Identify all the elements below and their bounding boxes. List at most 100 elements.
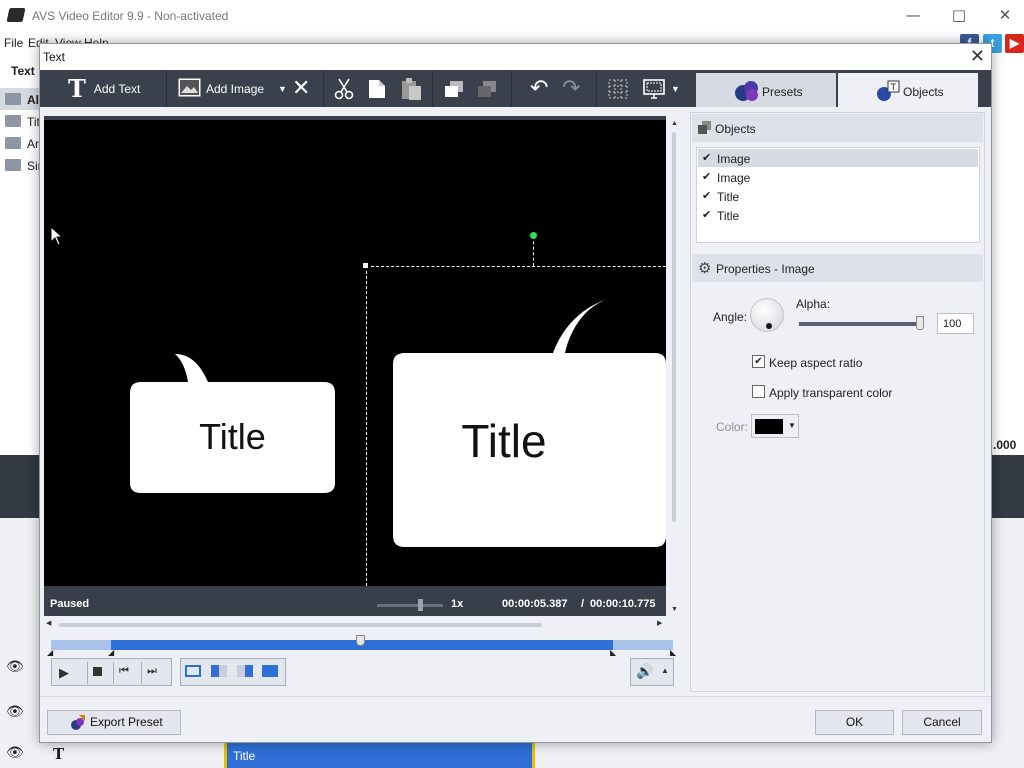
tab-objects[interactable]: T Objects (838, 73, 978, 107)
main-player-bar (0, 455, 40, 518)
timeline-playhead[interactable] (356, 635, 365, 646)
previous-frame-icon[interactable]: ⏮ (119, 665, 129, 678)
redo-icon[interactable]: ↷ (562, 70, 580, 107)
list-item[interactable]: ✔ Image (698, 168, 978, 186)
properties-section-header: ⚙ Properties - Image (692, 254, 983, 282)
maximize-button[interactable]: □ (936, 4, 982, 28)
timeline-track-headers: 👁 👁 👁 (0, 518, 40, 768)
media-library-panel: Text All Tit Ar Sir (0, 55, 42, 455)
check-icon[interactable]: ✔ (702, 151, 711, 164)
timeline-marker-icon: ◢ (47, 648, 54, 657)
add-image-button[interactable]: Add Image ▼ (178, 70, 287, 107)
play-icon[interactable]: ▶ (59, 665, 69, 681)
properties-section-title: Properties - Image (716, 262, 815, 276)
send-backward-icon[interactable] (477, 70, 497, 107)
check-icon[interactable]: ✔ (702, 170, 711, 183)
minimize-button[interactable]: — (890, 4, 936, 28)
color-dropdown-icon[interactable]: ▼ (788, 421, 796, 430)
volume-dropdown-icon[interactable]: ▲ (661, 666, 669, 675)
preview-vertical-scrollbar[interactable]: ▲ ▼ (668, 116, 680, 616)
library-item[interactable]: Tit (27, 115, 40, 129)
mouse-cursor-icon (50, 226, 64, 246)
zoom-out-icon[interactable] (237, 665, 253, 677)
main-time-fragment: .000 (993, 438, 1017, 452)
folder-icon (5, 93, 21, 105)
gear-icon: ⚙ (698, 259, 712, 277)
selection-frame[interactable] (366, 266, 666, 586)
menu-file[interactable]: File (4, 36, 23, 50)
next-frame-icon[interactable]: ⏭ (147, 665, 157, 678)
angle-dial-knob[interactable] (766, 323, 772, 329)
youtube-icon[interactable]: ▶ (1005, 34, 1024, 53)
horizontal-scroll-thumb[interactable] (59, 623, 542, 627)
total-time: 00:00:10.775 (590, 598, 656, 610)
library-item[interactable]: Ar (27, 137, 39, 151)
alpha-slider[interactable] (799, 322, 923, 326)
display-mode-icon[interactable]: ▼ (643, 70, 680, 107)
rotation-handle[interactable] (530, 232, 537, 239)
apply-transparent-checkbox[interactable] (752, 385, 765, 398)
dialog-close-button[interactable]: ✕ (970, 46, 985, 67)
tab-presets[interactable]: Presets (696, 73, 836, 107)
tab-presets-label: Presets (762, 85, 803, 99)
scroll-down-arrow-icon[interactable]: ▼ (671, 606, 678, 613)
object-name: Title (717, 209, 740, 223)
copy-icon[interactable] (367, 70, 387, 107)
color-picker[interactable]: ▼ (751, 414, 799, 438)
cut-icon[interactable] (334, 70, 354, 107)
time-separator: / (581, 598, 585, 610)
undo-icon[interactable]: ↶ (530, 70, 548, 107)
object-name: Image (717, 152, 751, 166)
scroll-right-arrow-icon[interactable]: ▶ (657, 619, 662, 627)
dialog-button-bar: Export Preset OK Cancel (40, 696, 991, 742)
zoom-to-fit-icon[interactable] (185, 665, 201, 677)
grid-icon[interactable] (608, 70, 628, 107)
add-image-dropdown-icon[interactable]: ▼ (278, 84, 287, 94)
bring-forward-icon[interactable] (444, 70, 464, 107)
playback-status-bar: Paused 1x 00:00:05.387 / 00:00:10.775 (44, 586, 666, 616)
timeline-marker-icon: ◢ (108, 648, 115, 657)
list-item[interactable]: ✔ Title (698, 206, 978, 224)
stop-icon[interactable] (93, 667, 102, 676)
alpha-value-input[interactable]: 100 (937, 313, 974, 334)
resize-handle[interactable] (362, 262, 369, 269)
list-item[interactable]: ✔ Title (698, 187, 978, 205)
library-tab-label[interactable]: Text (11, 64, 35, 78)
video-preview[interactable]: Title Title (44, 116, 666, 586)
check-icon[interactable]: ✔ (702, 208, 711, 221)
speed-slider[interactable] (377, 604, 443, 607)
list-item[interactable]: ✔ Image (698, 149, 978, 167)
object-name: Title (717, 190, 740, 204)
timeline-right-edge (991, 518, 1024, 768)
vertical-scroll-thumb[interactable] (672, 132, 676, 522)
add-text-button[interactable]: T Add Text (68, 70, 140, 107)
small-bubble-title-text[interactable]: Title (130, 416, 335, 458)
angle-dial[interactable] (750, 298, 784, 332)
keep-aspect-checkbox[interactable]: ✔ (752, 355, 765, 368)
export-preset-button[interactable]: Export Preset (47, 710, 181, 735)
color-swatch (755, 419, 783, 434)
timeline-title-clip[interactable]: Title (224, 742, 535, 768)
delete-icon[interactable]: ✕ (292, 70, 310, 107)
ok-button[interactable]: OK (815, 710, 894, 735)
display-mode-dropdown-icon[interactable]: ▼ (671, 84, 680, 94)
scroll-left-arrow-icon[interactable]: ◀ (46, 619, 51, 627)
scroll-up-arrow-icon[interactable]: ▲ (671, 120, 678, 127)
alpha-slider-thumb[interactable] (916, 316, 924, 330)
preview-horizontal-scrollbar[interactable]: ◀ ▶ (44, 619, 668, 631)
zoom-full-icon[interactable] (262, 665, 278, 677)
text-track-icon: T (53, 745, 65, 763)
check-icon[interactable]: ✔ (702, 189, 711, 202)
eye-icon[interactable]: 👁 (6, 744, 24, 761)
eye-icon[interactable]: 👁 (6, 658, 24, 675)
eye-icon[interactable]: 👁 (6, 703, 24, 720)
zoom-in-icon[interactable] (211, 665, 227, 677)
dialog-timeline[interactable]: ◢ ◢ ◣ ◣ (47, 635, 676, 657)
angle-label: Angle: (713, 310, 748, 324)
cancel-button[interactable]: Cancel (902, 710, 982, 735)
app-logo-icon (6, 8, 26, 22)
volume-icon[interactable]: 🔊 (636, 664, 653, 680)
speed-slider-thumb[interactable] (418, 599, 423, 611)
close-window-button[interactable]: ✕ (982, 4, 1024, 28)
paste-icon[interactable] (399, 70, 423, 107)
